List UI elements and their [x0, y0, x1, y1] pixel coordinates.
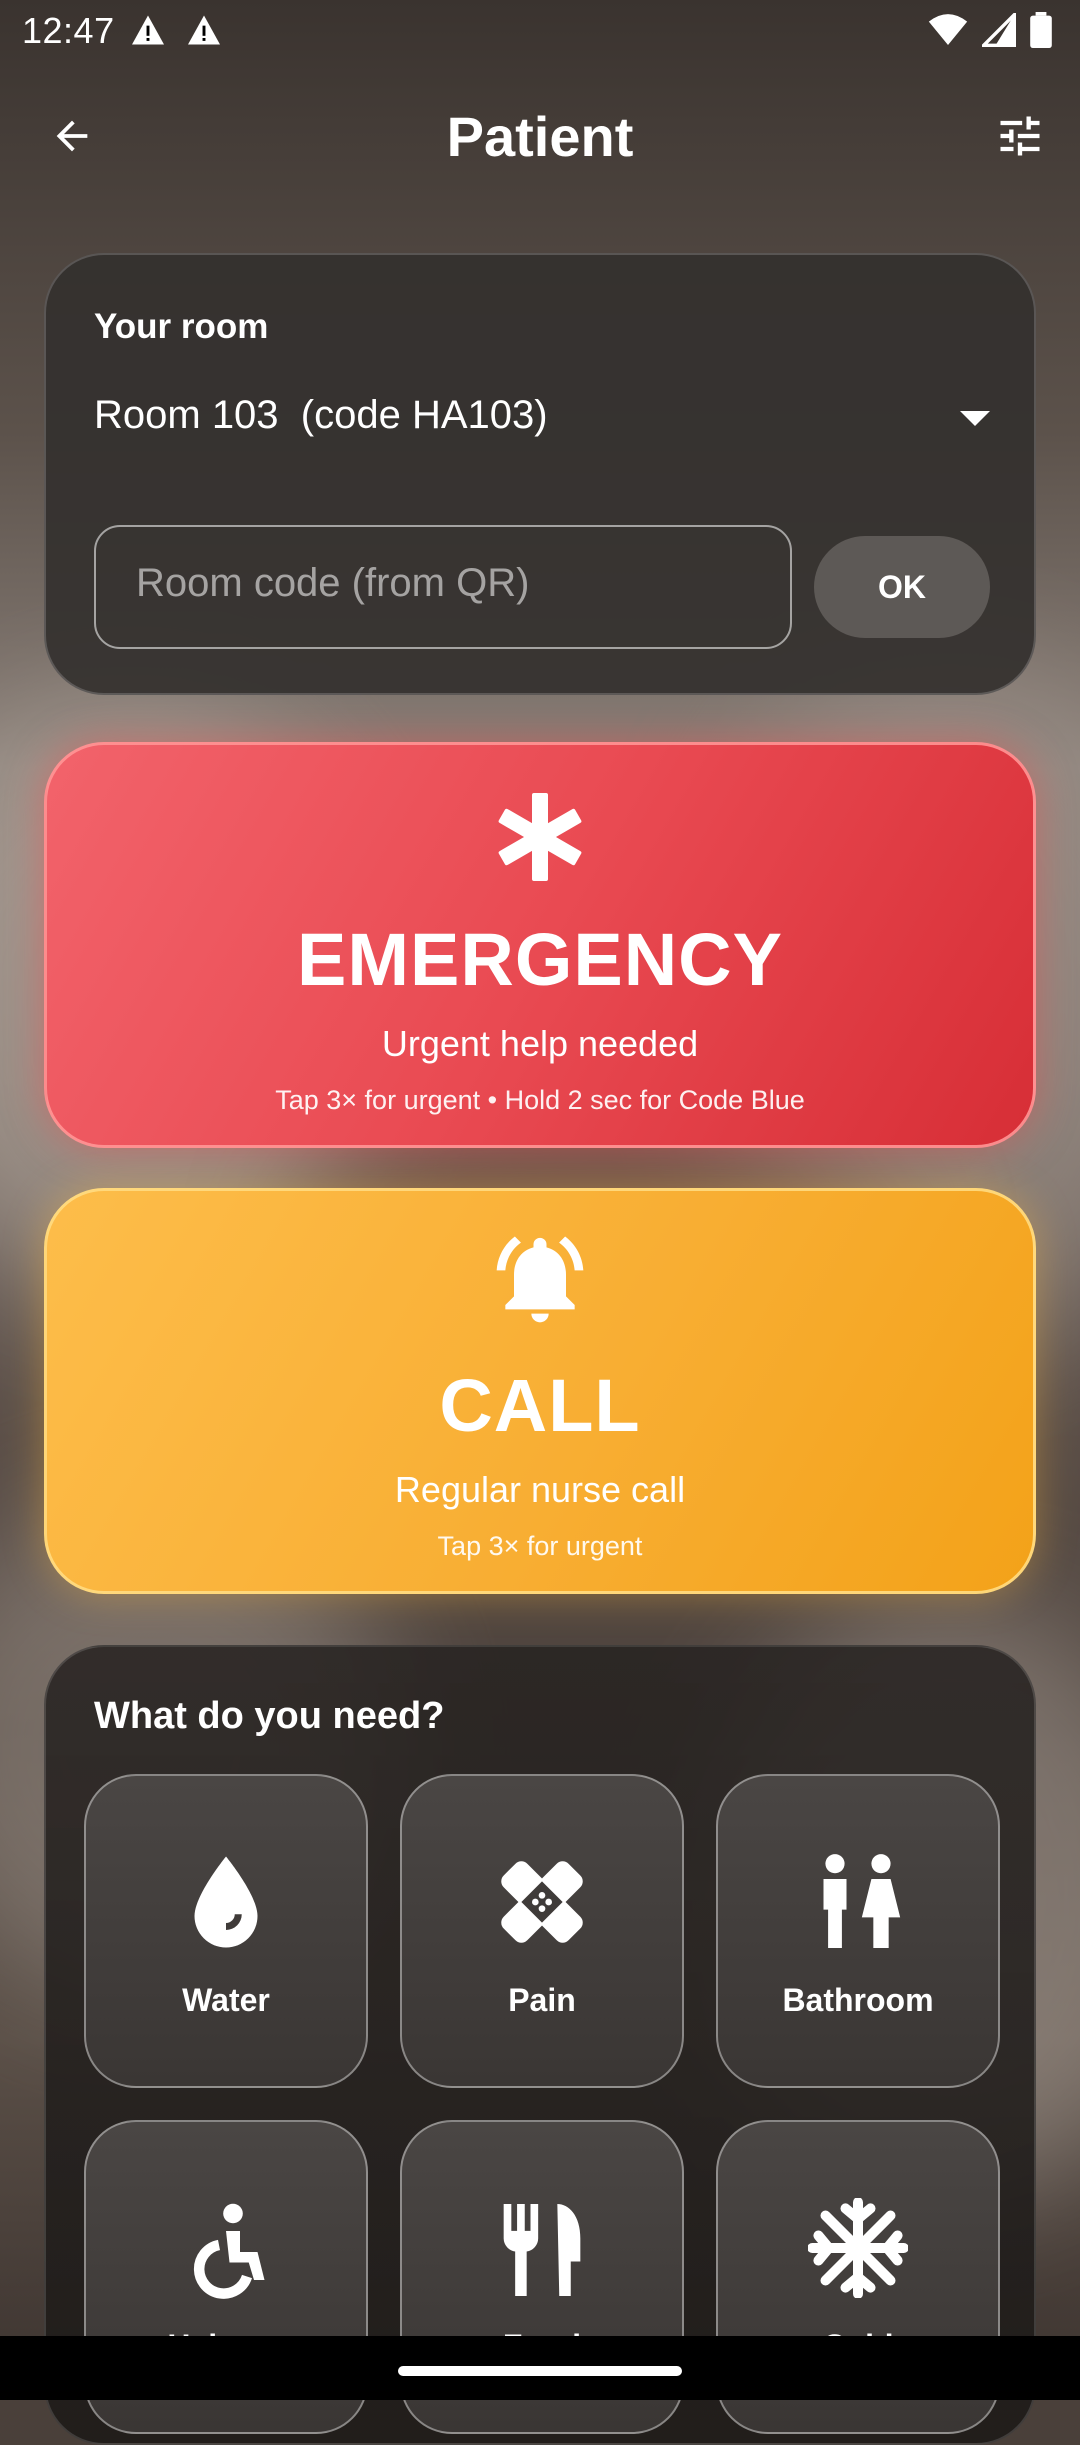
- need-label: Water: [182, 1982, 270, 2018]
- call-button[interactable]: CALL Regular nurse call Tap 3× for urgen…: [44, 1188, 1036, 1594]
- room-code-input[interactable]: Room code (from QR): [94, 525, 792, 649]
- emergency-title: EMERGENCY: [297, 918, 783, 1001]
- bell-ring-icon: [496, 1236, 584, 1323]
- wifi-icon: [928, 14, 968, 45]
- restroom-icon: [823, 1854, 901, 1948]
- ok-button[interactable]: OK: [814, 536, 990, 638]
- room-label: Your room: [94, 307, 269, 346]
- call-hint: Tap 3× for urgent: [437, 1531, 643, 1561]
- tune-icon: [1000, 116, 1040, 156]
- navigation-bar: [0, 2336, 1080, 2400]
- water-drop-icon: [194, 1856, 258, 1948]
- alert-icon: [132, 15, 164, 45]
- wheelchair-icon: [193, 2203, 265, 2299]
- bandage-icon: [501, 1861, 583, 1943]
- need-label: Bathroom: [782, 1982, 934, 2018]
- page-title: Patient: [446, 105, 634, 168]
- call-title: CALL: [439, 1364, 641, 1447]
- room-dropdown[interactable]: Room 103 (code HA103): [94, 393, 994, 457]
- app-bar: Patient: [0, 90, 1080, 182]
- dropdown-caret-icon: [960, 411, 990, 426]
- snowflake-icon: [808, 2198, 908, 2298]
- room-card: Your room Room 103 (code HA103) Room cod…: [44, 253, 1036, 695]
- emergency-hint: Tap 3× for urgent • Hold 2 sec for Code …: [275, 1085, 805, 1115]
- need-pain-button[interactable]: Pain: [400, 1774, 684, 2088]
- status-time: 12:47: [22, 10, 115, 51]
- need-bathroom-button[interactable]: Bathroom: [716, 1774, 1000, 2088]
- emergency-subtitle: Urgent help needed: [381, 1023, 699, 1064]
- fork-knife-icon: [503, 2204, 581, 2296]
- settings-button[interactable]: [988, 104, 1052, 168]
- signal-icon: [982, 13, 1016, 47]
- home-gesture-handle[interactable]: [398, 2366, 682, 2376]
- need-label: Pain: [508, 1982, 576, 2018]
- emergency-button[interactable]: EMERGENCY Urgent help needed Tap 3× for …: [44, 742, 1036, 1148]
- call-subtitle: Regular nurse call: [394, 1469, 686, 1510]
- battery-icon: [1030, 12, 1052, 48]
- status-bar: 12:47: [0, 0, 1080, 64]
- alert-icon: [188, 15, 220, 45]
- asterisk-icon: [498, 793, 582, 881]
- needs-card: What do you need? Water Pain Bathroom He…: [44, 1645, 1036, 2445]
- room-selected-value: Room 103 (code HA103): [94, 393, 548, 437]
- need-water-button[interactable]: Water: [84, 1774, 368, 2088]
- needs-label: What do you need?: [94, 1695, 445, 1737]
